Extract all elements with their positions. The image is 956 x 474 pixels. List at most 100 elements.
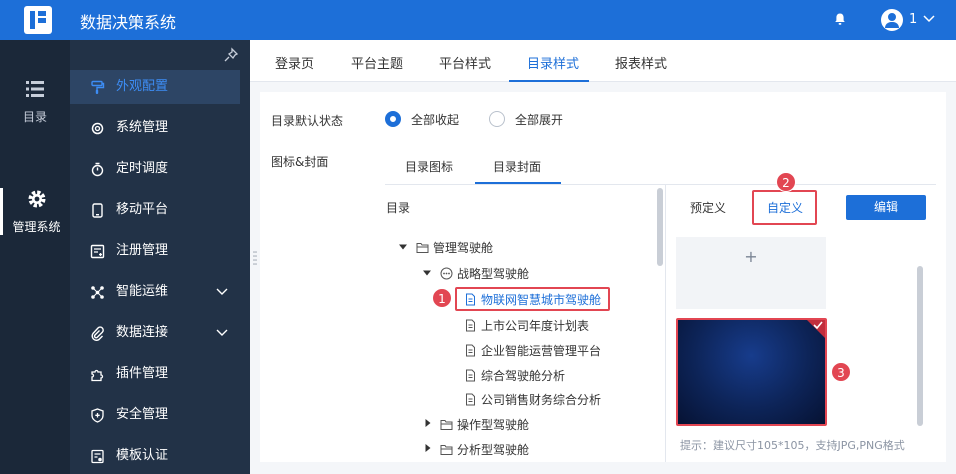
caret-right-icon[interactable] (424, 419, 432, 427)
sidebar-label: 注册管理 (116, 243, 169, 258)
app-title: 数据决策系统 (80, 13, 177, 32)
certificate-icon (91, 449, 104, 464)
tree-header: 目录 (386, 201, 411, 215)
sidebar-item-plugins[interactable]: 插件管理 (70, 357, 240, 391)
tab-platform-theme[interactable]: 平台主题 (351, 53, 403, 72)
sidebar-item-data-connection[interactable]: 数据连接 (70, 316, 240, 350)
tree-scrollbar[interactable] (657, 188, 663, 266)
rail-label-management: 管理系统 (12, 220, 61, 234)
sidebar-label: 数据连接 (116, 325, 169, 340)
radio-collapse-all[interactable] (385, 111, 401, 127)
link-icon (91, 326, 104, 341)
active-tab-indicator (509, 80, 589, 82)
cover-scrollbar[interactable] (917, 266, 923, 426)
bell-icon[interactable] (833, 12, 847, 26)
rail-item-catalog[interactable]: 目录 (0, 78, 70, 125)
file-icon (466, 369, 475, 382)
list-icon (26, 81, 44, 97)
sidebar-label: 模板认证 (116, 448, 169, 463)
sidebar-label: 安全管理 (116, 407, 169, 422)
tree-node-label: 管理驾驶舱 (433, 241, 494, 255)
step-badge-3: 3 (831, 362, 851, 382)
brush-icon (91, 80, 105, 94)
tree-node-file[interactable]: 公司销售财务综合分析 (464, 391, 601, 408)
chevron-down-icon (216, 329, 228, 336)
sidebar-item-appearance[interactable]: 外观配置 (70, 70, 240, 104)
tree-node-folder[interactable]: 战略型驾驶舱 (440, 265, 529, 282)
rail-item-management[interactable]: 管理系统 (0, 188, 70, 235)
tab-login[interactable]: 登录页 (275, 53, 314, 72)
puzzle-icon (91, 369, 104, 382)
radio-collapse-label[interactable]: 全部收起 (411, 111, 459, 128)
resize-handle[interactable] (253, 250, 257, 266)
highlight-box-1 (455, 287, 610, 311)
chevron-down-icon (216, 288, 228, 295)
tree-node-folder[interactable]: 分析型驾驶舱 (440, 441, 529, 458)
hint-text: 提示：建议尺寸105*105，支持JPG,PNG格式 (680, 439, 905, 452)
step-badge-1: 1 (432, 288, 452, 308)
tab-predefined[interactable]: 预定义 (690, 199, 726, 216)
tree-node-file[interactable]: 综合驾驶舱分析 (464, 367, 565, 384)
caret-right-icon[interactable] (424, 444, 432, 452)
tab-report-style[interactable]: 报表样式 (615, 53, 667, 72)
tab-platform-style[interactable]: 平台样式 (439, 53, 491, 72)
ops-icon (91, 286, 104, 299)
tree-node-file[interactable]: 企业智能运营管理平台 (464, 342, 601, 359)
tree-node-label: 企业智能运营管理平台 (481, 344, 602, 358)
sidebar-label: 插件管理 (116, 366, 169, 381)
tree-node-file[interactable]: 上市公司年度计划表 (464, 317, 589, 334)
file-icon (466, 344, 475, 357)
file-icon (466, 319, 475, 332)
folder-icon (440, 445, 453, 455)
default-state-label: 目录默认状态 (271, 114, 344, 128)
sidebar-item-system[interactable]: 系统管理 (70, 111, 240, 145)
more-circle-icon (440, 267, 453, 280)
file-icon (466, 393, 475, 406)
radio-expand-all[interactable] (489, 111, 505, 127)
divider (665, 185, 666, 462)
tree-node-folder[interactable]: 操作型驾驶舱 (440, 416, 529, 433)
caret-down-icon[interactable] (399, 243, 407, 251)
folder-icon (440, 420, 453, 430)
tree-node-label: 操作型驾驶舱 (457, 418, 530, 432)
sidebar-item-certification[interactable]: 模板认证 (70, 439, 240, 473)
highlight-box-2 (752, 190, 817, 225)
sidebar-item-ops[interactable]: 智能运维 (70, 275, 240, 309)
subtab-catalog-cover[interactable]: 目录封面 (493, 158, 541, 175)
step-badge-2: 2 (776, 172, 796, 192)
sidebar-item-security[interactable]: 安全管理 (70, 398, 240, 432)
sidebar-item-mobile[interactable]: 移动平台 (70, 193, 240, 227)
highlight-box-3 (676, 318, 827, 426)
subtab-catalog-icon[interactable]: 目录图标 (405, 158, 453, 175)
icon-cover-label: 图标&封面 (271, 155, 329, 169)
mobile-icon (92, 203, 103, 218)
tree-node-label: 分析型驾驶舱 (457, 443, 530, 457)
edit-button[interactable]: 编辑 (846, 195, 926, 220)
caret-down-icon[interactable] (423, 269, 431, 277)
register-icon (90, 244, 105, 259)
timer-icon (91, 162, 104, 177)
sidebar-label: 智能运维 (116, 284, 169, 299)
sidebar-item-register[interactable]: 注册管理 (70, 234, 240, 268)
tree-node-label: 上市公司年度计划表 (481, 319, 590, 333)
tree-node-folder[interactable]: 管理驾驶舱 (416, 239, 493, 256)
tab-catalog-style[interactable]: 目录样式 (527, 53, 579, 72)
user-name[interactable]: 1 (909, 12, 917, 27)
user-avatar[interactable] (881, 9, 903, 31)
chevron-down-icon[interactable] (922, 11, 936, 25)
app-logo (24, 6, 52, 34)
divider (385, 184, 936, 185)
pin-icon[interactable] (223, 47, 239, 63)
sidebar-label: 定时调度 (116, 161, 169, 176)
radio-expand-label[interactable]: 全部展开 (515, 111, 563, 128)
tree-node-label: 公司销售财务综合分析 (481, 393, 602, 407)
gear-icon (91, 122, 104, 135)
sidebar-label: 移动平台 (116, 202, 169, 217)
tree-node-label: 综合驾驶舱分析 (481, 369, 566, 383)
sidebar-item-schedule[interactable]: 定时调度 (70, 152, 240, 186)
rail-label-catalog: 目录 (22, 110, 47, 124)
gear-icon (28, 190, 45, 208)
add-cover-button[interactable]: + (676, 237, 826, 309)
tree-node-label: 战略型驾驶舱 (457, 267, 530, 281)
sidebar-label: 外观配置 (116, 79, 169, 94)
